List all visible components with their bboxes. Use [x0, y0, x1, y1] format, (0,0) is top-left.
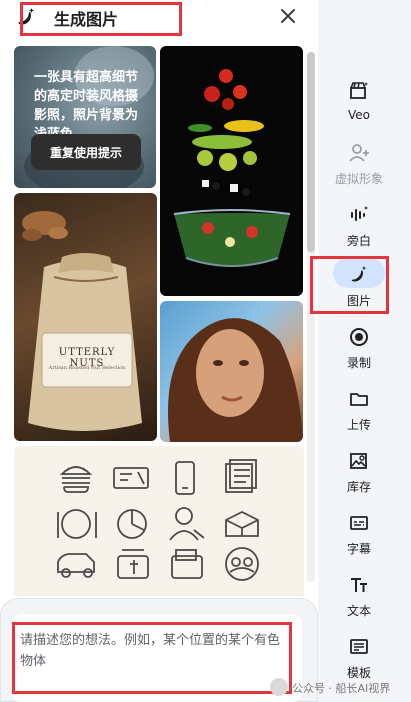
watermark-text: 公众号 · 船长AI视界 — [292, 682, 391, 695]
rail-item-veo[interactable]: Veo — [318, 80, 400, 130]
text-icon — [351, 578, 367, 592]
rail-item-template[interactable]: 模板 — [318, 636, 400, 686]
rail-label-stock: 库存 — [346, 480, 371, 494]
image-gallery: 一张具有超高细节的高定时装风格摄影照，照片背景为浅蓝色 重复使用提示 — [14, 46, 304, 596]
avatar-add-icon — [349, 144, 369, 162]
close-icon[interactable] — [278, 6, 298, 26]
generate-image-panel: 生成图片 一张具有超高细节的高定时装风格摄影照，照片背景为浅蓝色 重复使用提示 — [0, 0, 318, 702]
gallery-tile-portrait[interactable] — [160, 301, 303, 442]
prompt-preview-text: 一张具有超高细节的高定时装风格摄影照，照片背景为浅蓝色 — [34, 70, 139, 142]
panel-header: 生成图片 — [0, 0, 318, 40]
salad-photo-image — [173, 69, 291, 267]
folder-icon — [350, 393, 368, 406]
page-title: 生成图片 — [54, 10, 119, 29]
rail-label-record: 录制 — [346, 356, 371, 370]
rail-item-avatar[interactable]: 虚拟形象 — [318, 142, 400, 192]
rail-label-avatar: 虚拟形象 — [334, 172, 383, 186]
portrait-photo-image — [168, 318, 303, 442]
record-icon — [350, 328, 368, 346]
rail-label-captions: 字幕 — [346, 542, 371, 556]
icon-sheet-image — [57, 459, 259, 581]
rail-label-upload: 上传 — [346, 418, 371, 432]
reuse-prompt-button[interactable]: 重复使用提示 — [31, 134, 141, 170]
nuts-bag-image — [22, 211, 142, 431]
audio-wave-icon — [351, 206, 368, 221]
gallery-tile-salad[interactable] — [160, 46, 303, 296]
banana-sparkle-icon — [351, 266, 367, 282]
rail-label-narration: 旁白 — [346, 234, 371, 248]
product-sub-text: Artisan Roasted Nut Selection — [48, 365, 126, 371]
rail-label-image: 图片 — [346, 294, 371, 308]
banana-sparkle-icon — [18, 8, 34, 25]
rail-label-text: 文本 — [346, 604, 371, 618]
rail-item-text[interactable]: 文本 — [318, 574, 400, 624]
rail-item-captions[interactable]: 字幕 — [318, 512, 400, 562]
image-library-icon — [350, 453, 367, 469]
rail-item-record[interactable]: 录制 — [318, 326, 400, 376]
rail-item-narration[interactable]: 旁白 — [318, 204, 400, 254]
template-icon — [350, 639, 368, 654]
clapperboard-sparkle-icon — [350, 82, 368, 99]
prompt-placeholder[interactable]: 请描述您的想法。例如，某个位置的某个有色物体 — [20, 630, 290, 672]
gallery-tile-fashion[interactable]: 一张具有超高细节的高定时装风格摄影照，照片背景为浅蓝色 重复使用提示 — [14, 46, 156, 188]
rail-item-upload[interactable]: 上传 — [318, 388, 400, 438]
captions-icon — [350, 516, 368, 530]
rail-item-stock[interactable]: 库存 — [318, 450, 400, 500]
gallery-tile-nuts[interactable]: UTTERLY NUTS Artisan Roasted Nut Selecti… — [14, 193, 157, 441]
gallery-tile-icon-sheet[interactable] — [14, 446, 304, 596]
watermark-logo — [270, 678, 288, 696]
gallery-scrollbar-thumb[interactable] — [307, 52, 315, 252]
rail-item-image[interactable]: 图片 — [318, 264, 400, 314]
rail-label-template: 模板 — [346, 666, 371, 680]
rail-label-veo: Veo — [347, 108, 370, 122]
